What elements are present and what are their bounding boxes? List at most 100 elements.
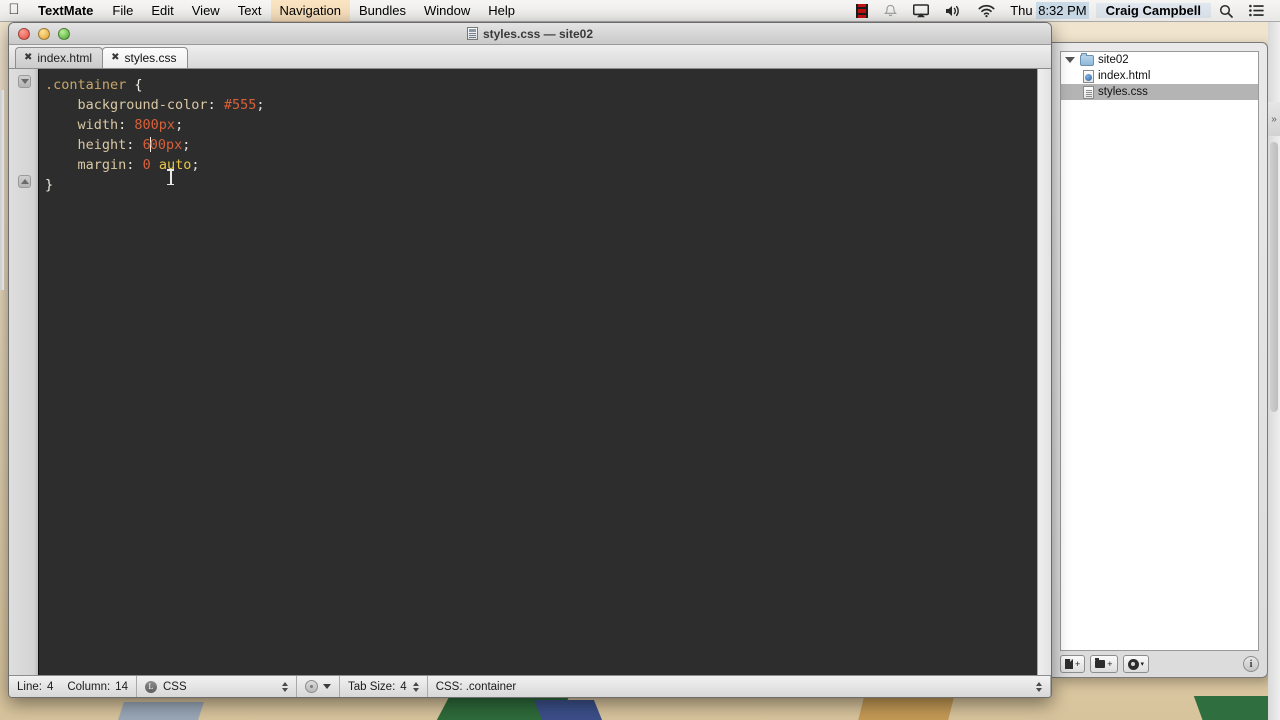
tree-item-label: site02 (1098, 54, 1129, 66)
menu-item-text[interactable]: Text (229, 0, 271, 22)
css-colon: : (126, 157, 143, 173)
menubar-clock[interactable]: Thu 8:32 PM (1003, 2, 1095, 19)
code-editor[interactable]: .container { background-color: #555; wid… (39, 69, 1037, 675)
window-title: styles.css — site02 (482, 26, 594, 41)
css-semicolon: ; (175, 117, 184, 133)
chevron-down-icon (322, 684, 331, 689)
css-colon: : (118, 117, 135, 133)
editor-area: .container { background-color: #555; wid… (9, 69, 1051, 675)
symbol-stepper-icon[interactable] (1036, 681, 1042, 692)
search-icon[interactable] (1211, 0, 1241, 22)
symbol-selector[interactable]: CSS: .container (428, 676, 1051, 697)
bundle-actions-menu[interactable] (297, 676, 340, 697)
wallpaper-shape (856, 698, 954, 720)
menu-item-view[interactable]: View (183, 0, 229, 22)
zoom-button[interactable] (58, 27, 70, 40)
css-close-brace: } (45, 177, 54, 193)
right-edge-strip: » (1268, 22, 1280, 720)
screen:  TextMate File Edit View Text Navigatio… (0, 0, 1280, 720)
clock-day: Thu (1010, 3, 1033, 18)
code-line-6: } (45, 175, 1037, 195)
tab-size-selector[interactable]: Tab Size: 4 (340, 676, 428, 697)
css-semicolon: ; (256, 97, 265, 113)
tab-size-label: Tab Size: (347, 680, 396, 693)
new-folder-plus-label: + (1107, 659, 1113, 669)
css-value: #555 (223, 97, 257, 113)
menu-bar-status-area: Thu 8:32 PM Craig Campbell (848, 0, 1280, 22)
fold-marker-close[interactable] (18, 175, 31, 188)
info-button[interactable]: i (1243, 656, 1259, 672)
wifi-icon[interactable] (970, 0, 1003, 22)
language-badge-icon: L (144, 680, 157, 693)
new-file-plus-label: + (1075, 659, 1081, 669)
menu-item-file[interactable]: File (103, 0, 142, 22)
tab-close-icon[interactable]: ✖ (24, 53, 32, 63)
css-value: 800px (134, 117, 176, 133)
css-document-icon (466, 27, 478, 40)
window-controls (9, 27, 70, 40)
apple-logo-icon[interactable]:  (0, 2, 28, 19)
tab-label: styles.css (124, 51, 177, 65)
line-label: Line: (17, 680, 42, 693)
airplay-icon[interactable] (905, 0, 937, 22)
status-bar: Line: 4 Column: 14 L CSS Tab Size: 4 CSS… (9, 675, 1051, 697)
minimize-button[interactable] (38, 27, 50, 40)
menu-item-navigation[interactable]: Navigation (270, 0, 350, 22)
file-tree[interactable]: site02 index.html styles.css (1060, 51, 1259, 651)
wallpaper-shape (533, 700, 607, 720)
editor-vertical-scrollbar[interactable] (1037, 69, 1051, 675)
language-stepper-icon[interactable] (281, 681, 288, 692)
tab-close-icon[interactable]: ✖ (111, 53, 119, 63)
disclosure-triangle-icon[interactable] (1065, 57, 1075, 63)
tree-row-styles-css[interactable]: styles.css (1061, 84, 1258, 100)
menu-item-help[interactable]: Help (479, 0, 524, 22)
window-title-group: styles.css — site02 (9, 23, 1051, 45)
css-file-icon (1083, 85, 1094, 99)
menu-app-name[interactable]: TextMate (28, 0, 103, 22)
tree-row-folder-site02[interactable]: site02 (1061, 52, 1258, 68)
tab-index-html[interactable]: ✖ index.html (15, 47, 104, 68)
editor-gutter[interactable] (9, 69, 39, 675)
css-keyword: auto (158, 157, 192, 173)
new-folder-button[interactable]: + (1090, 655, 1118, 673)
new-file-icon (1065, 659, 1073, 669)
language-selector[interactable]: L CSS (137, 676, 297, 697)
css-selector: .container (45, 77, 127, 93)
textmate-window: styles.css — site02 ✖ index.html ✖ style… (8, 22, 1052, 698)
vertical-scrollbar[interactable] (1270, 142, 1278, 412)
fold-marker-open[interactable] (18, 75, 31, 88)
menu-item-bundles[interactable]: Bundles (350, 0, 415, 22)
menu-bar-left:  TextMate File Edit View Text Navigatio… (0, 0, 524, 22)
css-value-part-b: 00px (149, 137, 183, 153)
tab-size-stepper-icon[interactable] (412, 681, 419, 692)
volume-icon[interactable] (937, 0, 970, 22)
list-icon[interactable] (1241, 0, 1272, 22)
tab-styles-css[interactable]: ✖ styles.css (102, 47, 188, 68)
menubar-user-name[interactable]: Craig Campbell (1095, 3, 1211, 18)
tab-label: index.html (37, 51, 93, 65)
column-label: Column: (67, 680, 111, 693)
wallpaper-shape (116, 702, 204, 720)
new-file-button[interactable]: + (1060, 655, 1086, 673)
code-line-1: .container { (45, 75, 1037, 95)
window-titlebar[interactable]: styles.css — site02 (9, 23, 1051, 45)
menu-item-edit[interactable]: Edit (142, 0, 182, 22)
new-folder-icon (1095, 658, 1106, 668)
tree-row-index-html[interactable]: index.html (1061, 68, 1258, 84)
code-line-5: margin: 0 auto; (45, 155, 1037, 175)
notification-bell-icon[interactable] (876, 0, 905, 22)
expand-chevron-icon[interactable]: » (1268, 102, 1280, 136)
css-colon: : (207, 97, 224, 113)
menu-item-window[interactable]: Window (415, 0, 479, 22)
close-button[interactable] (18, 27, 30, 40)
css-value: 0 (142, 157, 151, 173)
gear-icon (1127, 658, 1139, 670)
line-value: 4 (46, 680, 54, 693)
screen-recording-icon[interactable] (848, 0, 876, 22)
drawer-actions-button[interactable]: ▾ (1122, 655, 1150, 673)
tab-size-value: 4 (400, 680, 407, 693)
